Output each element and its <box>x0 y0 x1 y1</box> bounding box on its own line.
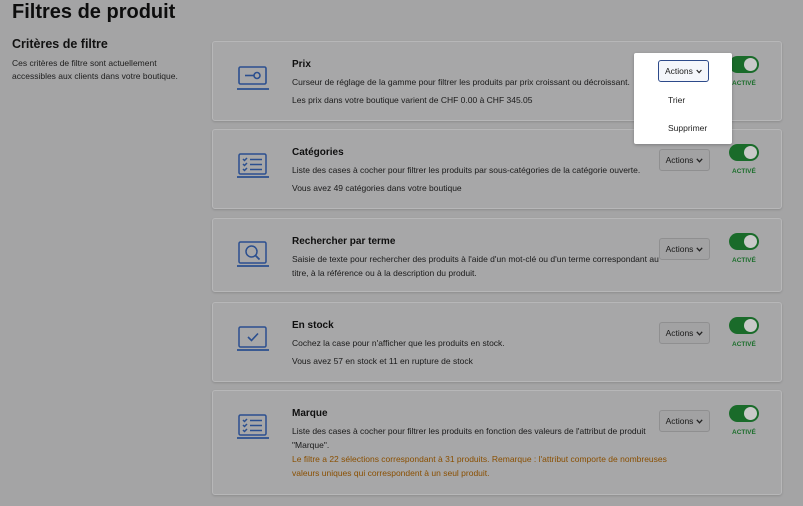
filter-title: Marque <box>292 408 328 419</box>
actions-label: Actions <box>665 328 694 338</box>
actions-label: Actions <box>665 244 694 254</box>
active-toggle[interactable] <box>729 233 759 250</box>
chevron-down-icon <box>696 330 704 336</box>
filter-description: Curseur de réglage de la gamme pour filt… <box>292 77 630 87</box>
actions-button[interactable]: Actions <box>659 238 710 260</box>
active-toggle[interactable] <box>729 405 759 422</box>
active-toggle[interactable] <box>729 56 759 73</box>
checklist-icon <box>235 409 271 443</box>
actions-button[interactable]: Actions <box>659 149 710 171</box>
filter-info: Vous avez 57 en stock et 11 en rupture d… <box>292 356 473 366</box>
filter-description: Liste des cases à cocher pour filtrer le… <box>292 165 641 175</box>
actions-button[interactable]: Actions <box>658 60 709 82</box>
filter-description: Saisie de texte pour rechercher des prod… <box>292 254 659 278</box>
menu-item-sort[interactable]: Trier <box>668 95 685 105</box>
actions-menu: Trier Supprimer <box>658 85 709 140</box>
filter-title: Catégories <box>292 147 344 158</box>
filter-description: Liste des cases à cocher pour filtrer le… <box>292 426 646 450</box>
filter-info: Vous avez 49 catégories dans votre bouti… <box>292 183 462 193</box>
actions-dropdown: Actions Trier Supprimer <box>634 53 732 144</box>
chevron-down-icon <box>696 418 704 424</box>
active-label: ACTIVÉ <box>732 341 756 348</box>
section-title: Critères de filtre <box>12 37 108 51</box>
filter-card-stock: En stock Cochez la case pour n'afficher … <box>212 302 782 382</box>
slider-icon <box>235 60 271 94</box>
filter-title: Rechercher par terme <box>292 236 396 247</box>
filter-card-search: Rechercher par terme Saisie de texte pou… <box>212 218 782 292</box>
filter-title: En stock <box>292 320 334 331</box>
actions-label: Actions <box>665 66 693 76</box>
active-label: ACTIVÉ <box>732 168 756 175</box>
filter-title: Prix <box>292 59 311 70</box>
active-label: ACTIVÉ <box>732 80 756 87</box>
filter-info: Les prix dans votre boutique varient de … <box>292 95 533 105</box>
section-description: Ces critères de filtre sont actuellement… <box>12 58 178 81</box>
search-icon <box>235 237 271 271</box>
checkbox-icon <box>235 321 271 355</box>
actions-label: Actions <box>665 416 694 426</box>
filter-description: Cochez la case pour n'afficher que les p… <box>292 338 505 348</box>
active-label: ACTIVÉ <box>732 429 756 436</box>
chevron-down-icon <box>696 157 704 163</box>
chevron-down-icon <box>696 69 702 73</box>
actions-button[interactable]: Actions <box>659 322 710 344</box>
active-toggle[interactable] <box>729 144 759 161</box>
filter-card-brand: Marque Liste des cases à cocher pour fil… <box>212 390 782 495</box>
page-title: Filtres de produit <box>12 1 176 23</box>
active-toggle[interactable] <box>729 317 759 334</box>
actions-label: Actions <box>665 155 694 165</box>
checklist-icon <box>235 148 271 182</box>
actions-button[interactable]: Actions <box>659 410 710 432</box>
menu-item-delete[interactable]: Supprimer <box>668 123 707 133</box>
active-label: ACTIVÉ <box>732 257 756 264</box>
chevron-down-icon <box>696 246 704 252</box>
filter-warning: Le filtre a 22 sélections correspondant … <box>292 454 667 478</box>
